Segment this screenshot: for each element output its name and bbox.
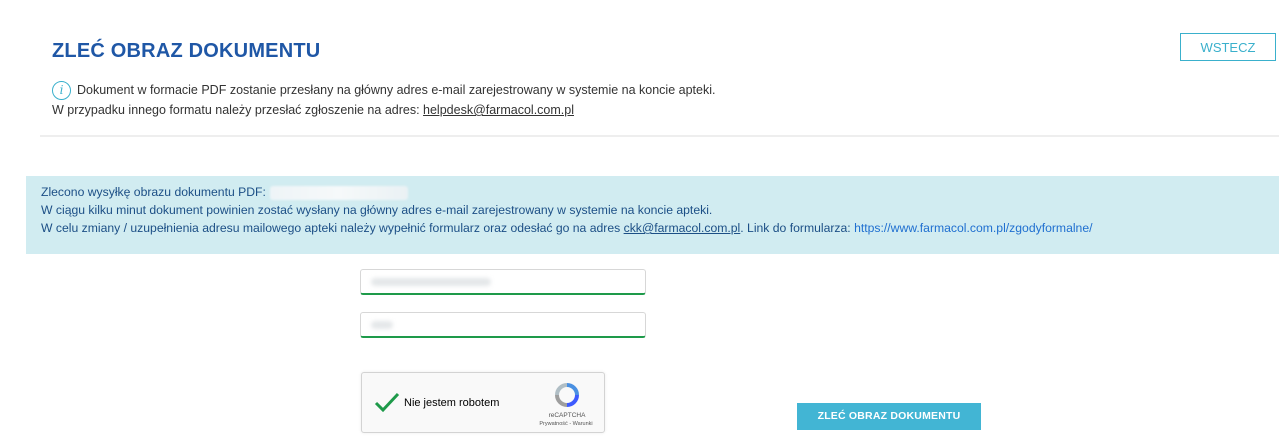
page-title: ZLEĆ OBRAZ DOKUMENTU (52, 40, 321, 62)
alert-line2: W ciągu kilku minut dokument powinien zo… (41, 203, 713, 217)
success-alert: Zlecono wysyłkę obrazu dokumentu PDF: W … (26, 176, 1279, 254)
alert-line1: Zlecono wysyłkę obrazu dokumentu PDF: (41, 183, 1279, 201)
submit-button[interactable]: ZLEĆ OBRAZ DOKUMENTU (797, 403, 981, 430)
recaptcha-widget[interactable]: Nie jestem robotem reCAPTCHA Prywatność … (361, 372, 605, 433)
alert-line3: W celu zmiany / uzupełnienia adresu mail… (41, 219, 1279, 237)
back-button[interactable]: WSTECZ (1180, 33, 1276, 61)
checkmark-icon[interactable] (374, 391, 400, 413)
alert-line1-text: Zlecono wysyłkę obrazu dokumentu PDF: (41, 185, 266, 199)
recaptcha-label: Nie jestem robotem (404, 397, 500, 409)
recaptcha-logo-icon (555, 383, 579, 407)
info-icon: i (52, 80, 71, 100)
info-line1-text: Dokument w formacie PDF zostanie przesła… (77, 83, 716, 97)
email-field[interactable] (360, 269, 646, 295)
helpdesk-email-link[interactable]: helpdesk@farmacol.com.pl (423, 103, 574, 117)
second-field[interactable] (360, 312, 646, 338)
redacted-field-value (371, 277, 491, 286)
divider (40, 135, 1279, 137)
ckk-email-link[interactable]: ckk@farmacol.com.pl (624, 221, 741, 235)
recaptcha-brand: reCAPTCHA (548, 412, 586, 419)
form-link[interactable]: https://www.farmacol.com.pl/zgodyformaln… (854, 221, 1092, 235)
recaptcha-terms[interactable]: Prywatność - Warunki (526, 421, 606, 427)
info-line-other-format: W przypadku innego formatu należy przesł… (52, 103, 574, 117)
alert-line3-text: W celu zmiany / uzupełnienia adresu mail… (41, 221, 624, 235)
redacted-document-name (269, 185, 408, 200)
info-line2-text: W przypadku innego formatu należy przesł… (52, 103, 424, 117)
redacted-field-value (371, 320, 393, 329)
info-line-pdf: i Dokument w formacie PDF zostanie przes… (52, 80, 715, 100)
alert-line3-middle: . Link do formularza: (740, 221, 855, 235)
